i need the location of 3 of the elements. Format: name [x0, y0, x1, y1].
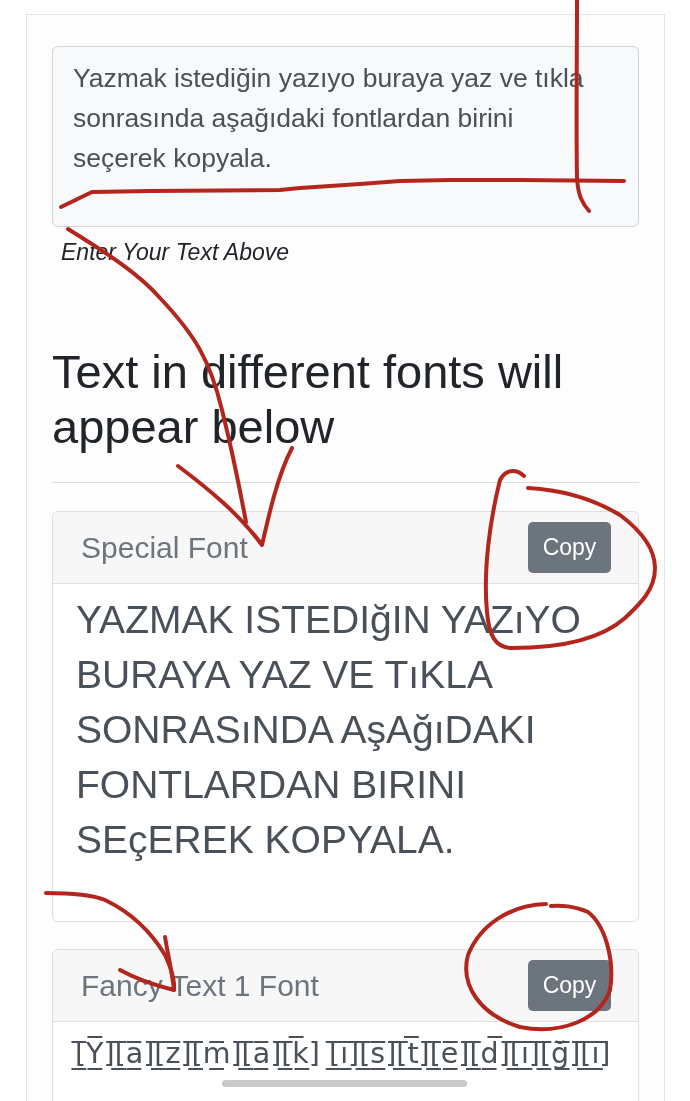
font-name: Special Font: [81, 530, 248, 566]
copy-button[interactable]: Copy: [528, 522, 611, 573]
copy-button[interactable]: Copy: [528, 960, 611, 1011]
